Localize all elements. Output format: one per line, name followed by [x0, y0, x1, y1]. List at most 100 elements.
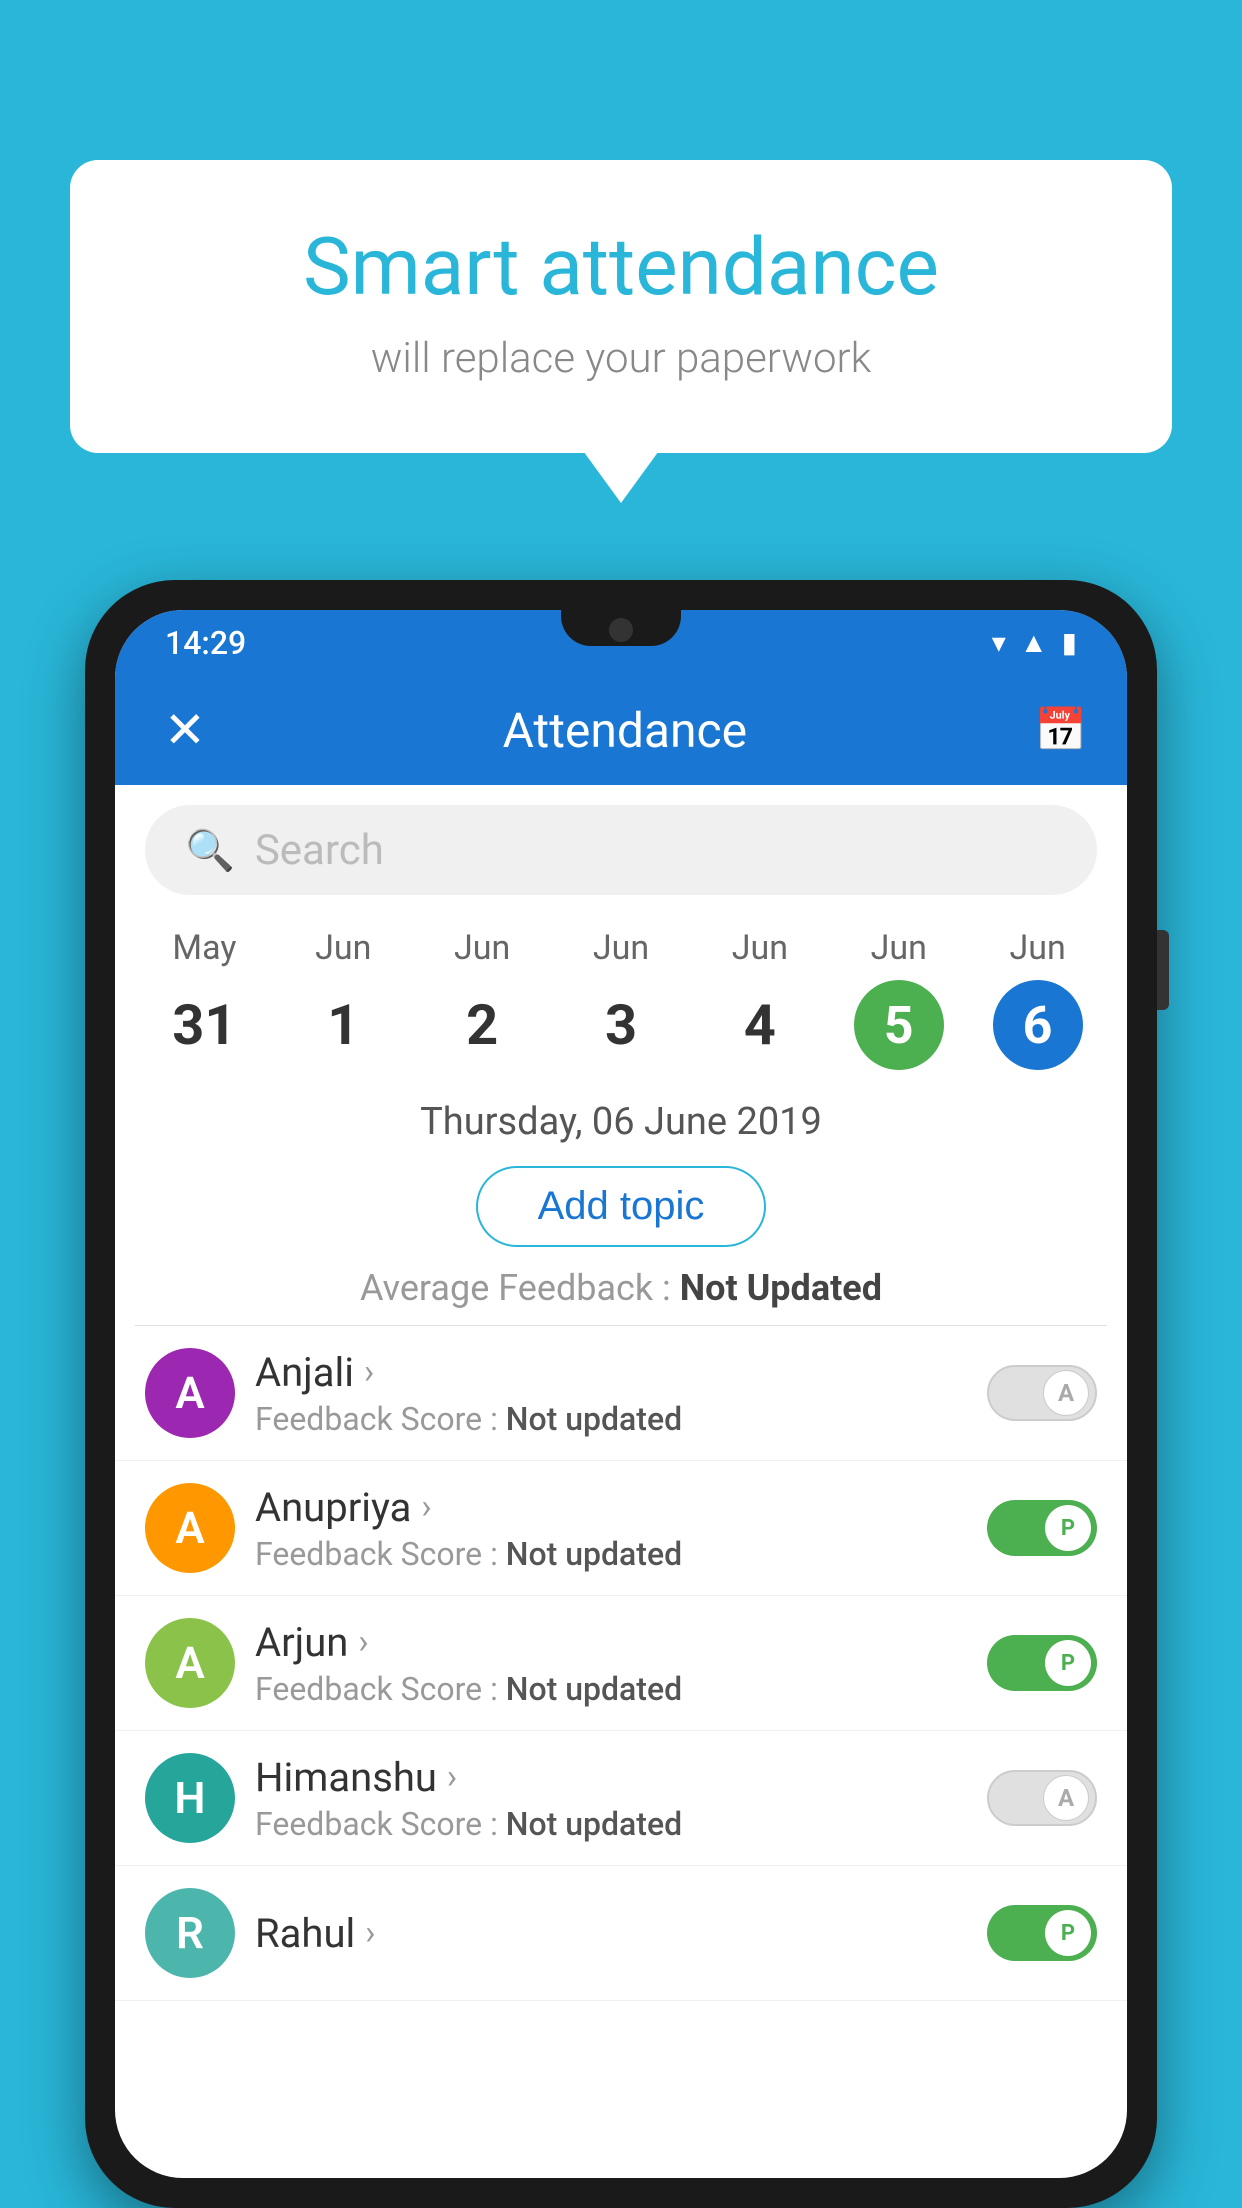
toggle-knob: A	[1043, 1370, 1089, 1416]
calendar-cell-date-1[interactable]: 1	[274, 992, 413, 1058]
student-name: Rahul ›	[255, 1910, 967, 1957]
calendar-cell-date-2[interactable]: 2	[413, 992, 552, 1058]
avatar: H	[145, 1753, 235, 1843]
attendance-toggle-on[interactable]: P	[987, 1635, 1097, 1691]
list-item: A Arjun › Feedback Score : Not updated P	[115, 1596, 1127, 1731]
date-circle-5: 5	[854, 980, 944, 1070]
month-label-1: Jun	[315, 928, 371, 968]
speech-bubble: Smart attendance will replace your paper…	[70, 160, 1172, 453]
calendar-months-row: May Jun Jun Jun Jun Jun Jun	[115, 915, 1127, 970]
avatar-letter: A	[175, 1502, 204, 1554]
selected-date: Thursday, 06 June 2019	[115, 1080, 1127, 1154]
add-topic-container: Add topic	[115, 1154, 1127, 1259]
date-label-5: 5	[884, 995, 914, 1056]
calendar-cell-month-0: May	[135, 928, 274, 968]
avatar-letter: R	[176, 1907, 204, 1959]
calendar-icon[interactable]: 📅	[1035, 706, 1087, 755]
calendar-cell-month-5: Jun	[829, 928, 968, 968]
attendance-toggle-on[interactable]: P	[987, 1905, 1097, 1961]
calendar-cell-date-5[interactable]: 5	[829, 980, 968, 1070]
calendar-cell-date-0[interactable]: 31	[135, 992, 274, 1058]
month-label-4: Jun	[732, 928, 788, 968]
battery-icon: ▮	[1062, 626, 1077, 659]
date-label-0: 31	[172, 992, 236, 1058]
calendar-cell-date-6[interactable]: 6	[968, 980, 1107, 1070]
date-circle-6: 6	[993, 980, 1083, 1070]
attendance-toggle-off[interactable]: A	[987, 1770, 1097, 1826]
month-label-2: Jun	[454, 928, 510, 968]
chevron-right-icon: ›	[447, 1757, 457, 1797]
calendar-cell-month-1: Jun	[274, 928, 413, 968]
month-label-0: May	[172, 928, 236, 968]
average-feedback: Average Feedback : Not Updated	[115, 1259, 1127, 1325]
month-label-6: Jun	[1009, 928, 1065, 968]
calendar-cell-month-3: Jun	[552, 928, 691, 968]
search-bar[interactable]: 🔍 Search	[145, 805, 1097, 895]
avatar-letter: A	[175, 1637, 204, 1689]
toggle-knob: A	[1043, 1775, 1089, 1821]
bubble-title: Smart attendance	[150, 220, 1092, 314]
calendar-dates-row: 31 1 2 3 4 5 6	[115, 970, 1127, 1080]
list-item: A Anjali › Feedback Score : Not updated …	[115, 1326, 1127, 1461]
student-feedback: Feedback Score : Not updated	[255, 1805, 967, 1843]
avatar: A	[145, 1618, 235, 1708]
search-icon: 🔍	[185, 827, 235, 874]
date-label-1: 1	[327, 992, 359, 1058]
calendar-cell-date-4[interactable]: 4	[690, 992, 829, 1058]
toggle-container[interactable]: A	[987, 1770, 1097, 1826]
list-item: R Rahul › P	[115, 1866, 1127, 2001]
status-icons: ▾ ▲ ▮	[992, 626, 1077, 659]
attendance-toggle-on[interactable]: P	[987, 1500, 1097, 1556]
close-button[interactable]: ✕	[155, 701, 215, 760]
student-feedback: Feedback Score : Not updated	[255, 1400, 967, 1438]
avatar: A	[145, 1348, 235, 1438]
student-info[interactable]: Himanshu › Feedback Score : Not updated	[235, 1754, 987, 1843]
wifi-icon: ▾	[992, 626, 1006, 659]
toggle-knob: P	[1045, 1910, 1091, 1956]
month-label-5: Jun	[871, 928, 927, 968]
list-item: H Himanshu › Feedback Score : Not update…	[115, 1731, 1127, 1866]
date-label-2: 2	[466, 992, 498, 1058]
student-list: A Anjali › Feedback Score : Not updated …	[115, 1326, 1127, 2178]
add-topic-label: Add topic	[538, 1184, 705, 1228]
chevron-right-icon: ›	[364, 1352, 374, 1392]
avg-feedback-label: Average Feedback :	[360, 1267, 680, 1309]
bubble-subtitle: will replace your paperwork	[150, 334, 1092, 383]
phone-camera	[609, 618, 633, 642]
toggle-container[interactable]: P	[987, 1635, 1097, 1691]
status-time: 14:29	[165, 624, 246, 662]
speech-bubble-container: Smart attendance will replace your paper…	[70, 160, 1172, 453]
phone-side-button	[1157, 930, 1169, 1010]
date-label-3: 3	[605, 992, 637, 1058]
student-info[interactable]: Rahul ›	[235, 1910, 987, 1957]
student-name: Himanshu ›	[255, 1754, 967, 1801]
toggle-knob: P	[1045, 1640, 1091, 1686]
search-placeholder: Search	[255, 826, 384, 875]
student-name: Arjun ›	[255, 1619, 967, 1666]
avatar: A	[145, 1483, 235, 1573]
student-info[interactable]: Anjali › Feedback Score : Not updated	[235, 1349, 987, 1438]
signal-icon: ▲	[1020, 626, 1048, 659]
calendar-cell-date-3[interactable]: 3	[552, 992, 691, 1058]
toggle-container[interactable]: A	[987, 1365, 1097, 1421]
student-info[interactable]: Anupriya › Feedback Score : Not updated	[235, 1484, 987, 1573]
student-feedback: Feedback Score : Not updated	[255, 1535, 967, 1573]
phone-screen: 14:29 ▾ ▲ ▮ ✕ Attendance 📅 🔍 Search May …	[115, 610, 1127, 2178]
chevron-right-icon: ›	[365, 1913, 375, 1953]
avg-feedback-value: Not Updated	[680, 1267, 882, 1309]
add-topic-button[interactable]: Add topic	[476, 1166, 767, 1247]
avatar-letter: A	[175, 1367, 204, 1419]
avatar-letter: H	[174, 1772, 205, 1824]
calendar-cell-month-2: Jun	[413, 928, 552, 968]
avatar: R	[145, 1888, 235, 1978]
chevron-right-icon: ›	[358, 1622, 368, 1662]
chevron-right-icon: ›	[421, 1487, 431, 1527]
calendar-cell-month-6: Jun	[968, 928, 1107, 968]
phone-frame: 14:29 ▾ ▲ ▮ ✕ Attendance 📅 🔍 Search May …	[85, 580, 1157, 2208]
app-bar: ✕ Attendance 📅	[115, 675, 1127, 785]
toggle-container[interactable]: P	[987, 1905, 1097, 1961]
date-label-4: 4	[744, 992, 776, 1058]
student-info[interactable]: Arjun › Feedback Score : Not updated	[235, 1619, 987, 1708]
toggle-container[interactable]: P	[987, 1500, 1097, 1556]
attendance-toggle-off[interactable]: A	[987, 1365, 1097, 1421]
